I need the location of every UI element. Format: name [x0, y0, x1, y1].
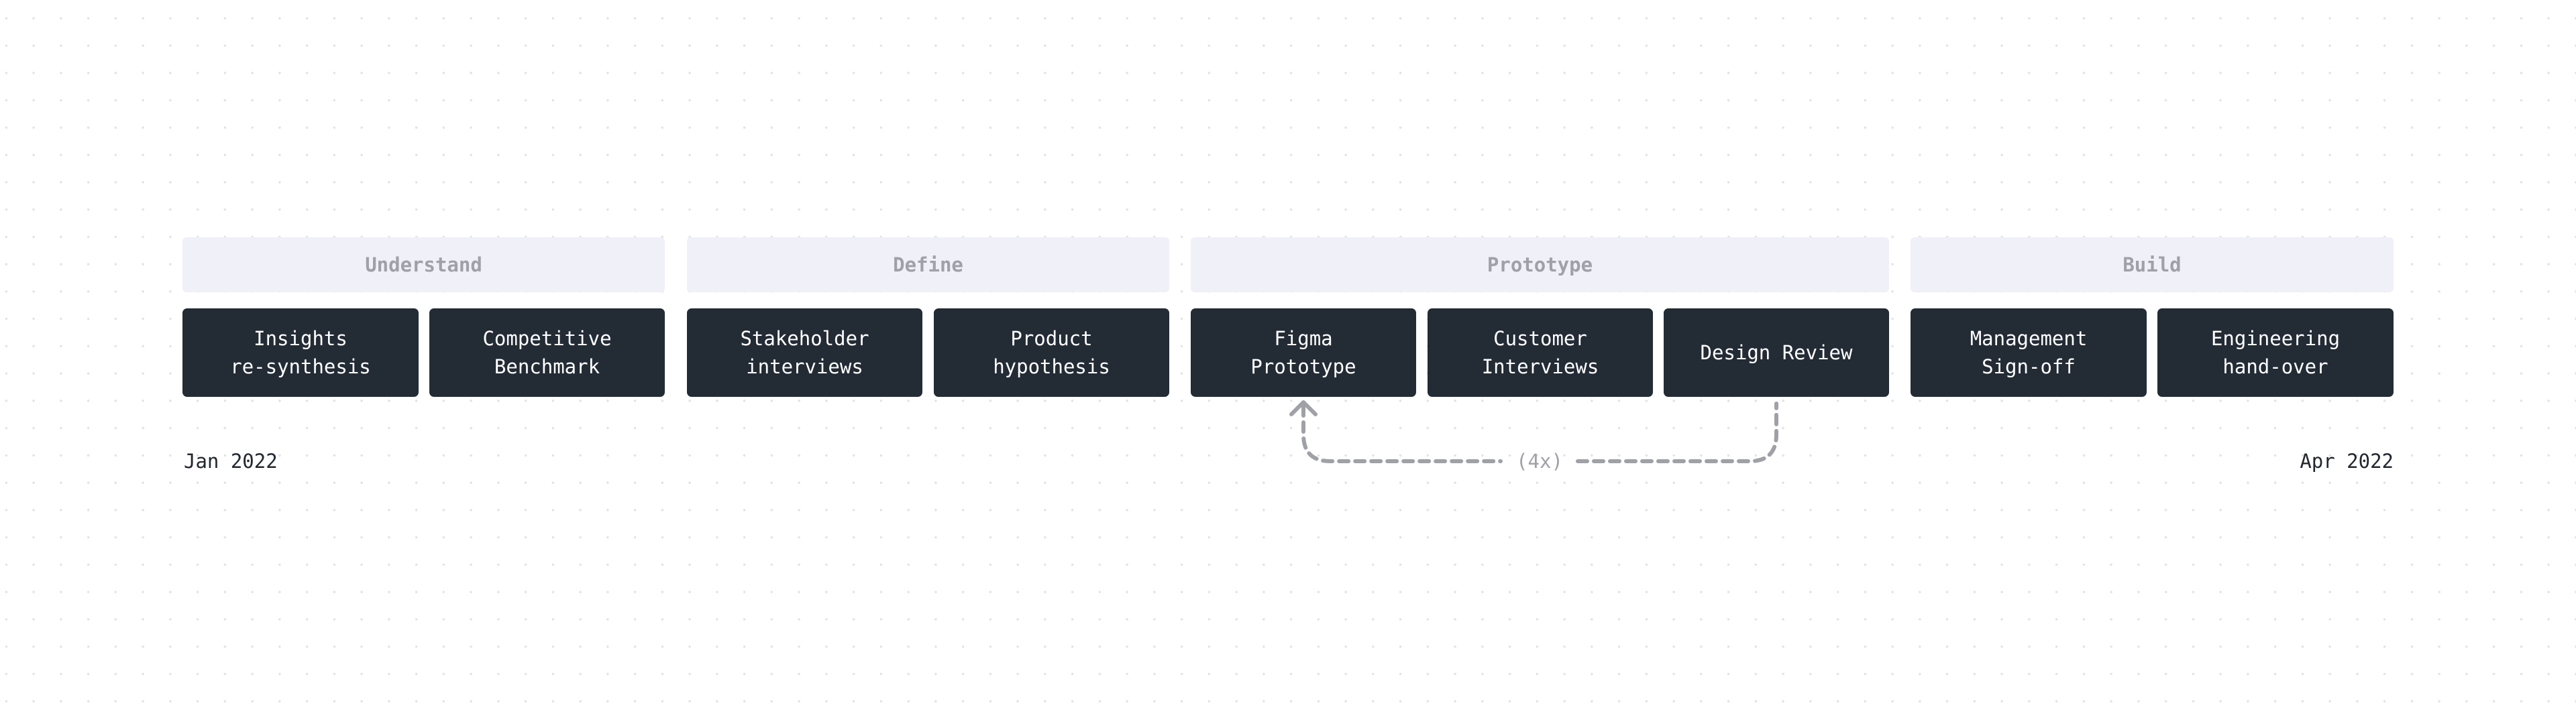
step-card-competitive-benchmark[interactable]: Competitive Benchmark [429, 308, 665, 397]
arrowhead-up-icon [1289, 400, 1318, 416]
step-card-management-signoff[interactable]: Management Sign-off [1911, 308, 2147, 397]
step-card-customer-interviews[interactable]: Customer Interviews [1428, 308, 1653, 397]
step-card-stakeholder-interviews[interactable]: Stakeholder interviews [687, 308, 922, 397]
step-card-product-hypothesis[interactable]: Product hypothesis [934, 308, 1169, 397]
phase-header-build: Build [1911, 237, 2394, 292]
loop-count-label: (4x) [1516, 450, 1563, 473]
phase-header-understand: Understand [182, 237, 665, 292]
step-card-insights-resynthesis[interactable]: Insights re-synthesis [182, 308, 419, 397]
step-card-design-review[interactable]: Design Review [1664, 308, 1889, 397]
step-card-figma-prototype[interactable]: Figma Prototype [1191, 308, 1416, 397]
loop-dashed-line-left [1301, 404, 1503, 463]
phase-header-define: Define [687, 237, 1169, 292]
timeline-start-date: Jan 2022 [184, 450, 278, 473]
step-card-engineering-handover[interactable]: Engineering hand-over [2157, 308, 2394, 397]
timeline-end-date: Apr 2022 [2300, 450, 2394, 473]
loop-dashed-line-right [1576, 402, 1778, 463]
phase-header-prototype: Prototype [1191, 237, 1889, 292]
